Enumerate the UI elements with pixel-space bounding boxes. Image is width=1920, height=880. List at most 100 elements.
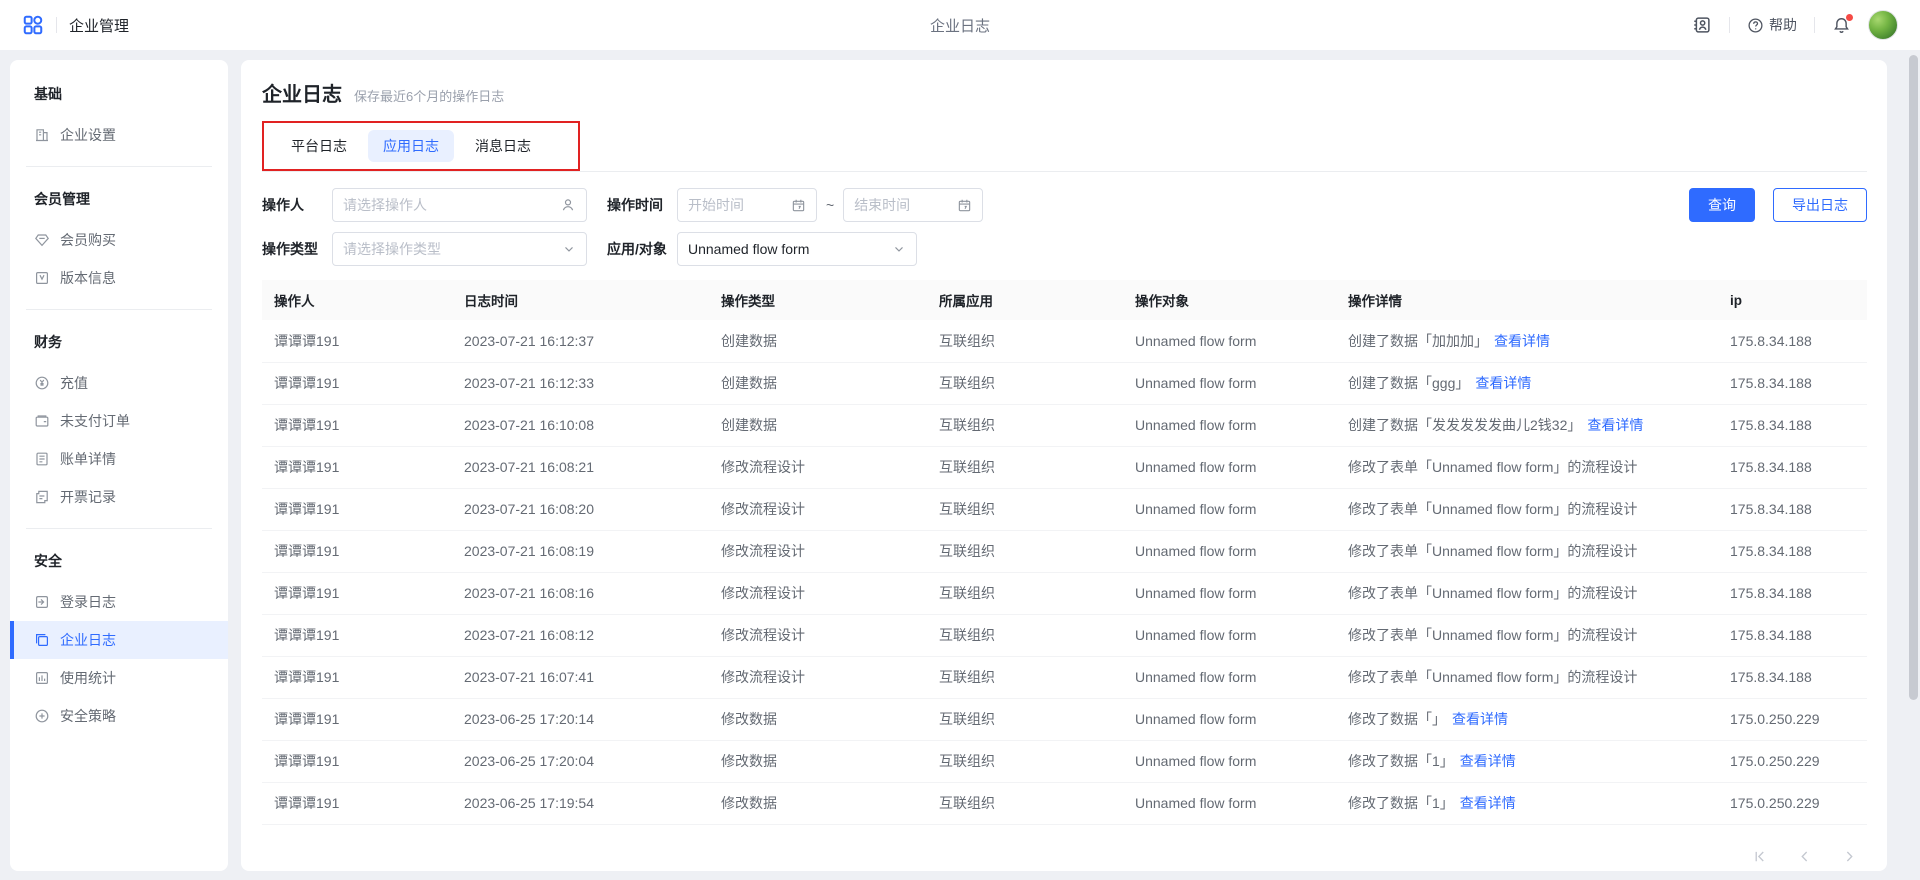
sidebar-item-member-purchase[interactable]: 会员购买 — [10, 221, 228, 259]
cell-time: 2023-07-21 16:08:12 — [452, 614, 709, 656]
security-policy-icon — [34, 708, 50, 724]
cell-type: 创建数据 — [709, 404, 927, 446]
cell-detail: 修改了表单「Unnamed flow form」的流程设计 — [1336, 572, 1718, 614]
window-scrollbar-thumb[interactable] — [1909, 55, 1918, 700]
log-table-row: 谭谭谭1912023-07-21 16:08:21修改流程设计互联组织Unnam… — [262, 446, 1867, 488]
sidebar-item-security-policy[interactable]: 安全策略 — [10, 697, 228, 735]
cell-ip: 175.8.34.188 — [1718, 320, 1867, 362]
end-time-input[interactable] — [854, 197, 951, 213]
end-time-picker[interactable] — [843, 188, 983, 222]
sidebar-item-bill-details[interactable]: 账单详情 — [10, 440, 228, 478]
sidebar-item-usage-stats[interactable]: 使用统计 — [10, 659, 228, 697]
column-header: 操作类型 — [709, 280, 927, 320]
cell-ip: 175.0.250.229 — [1718, 740, 1867, 782]
column-header: 日志时间 — [452, 280, 709, 320]
log-table-row: 谭谭谭1912023-06-25 17:20:14修改数据互联组织Unnamed… — [262, 698, 1867, 740]
enterprise-log-icon — [34, 632, 50, 648]
page-title: 企业日志 — [262, 78, 342, 107]
person-icon — [560, 197, 576, 213]
operator-select[interactable] — [332, 188, 587, 222]
start-time-picker[interactable] — [677, 188, 817, 222]
sidebar-item-label: 会员购买 — [60, 230, 116, 250]
type-select-input[interactable] — [343, 241, 556, 257]
cell-ip: 175.8.34.188 — [1718, 446, 1867, 488]
help-button[interactable]: 帮助 — [1747, 15, 1797, 35]
sidebar-item-enterprise-log[interactable]: 企业日志 — [10, 621, 228, 659]
cell-type: 修改流程设计 — [709, 530, 927, 572]
cell-app: 互联组织 — [927, 488, 1123, 530]
detail-text: 修改了表单「Unnamed flow form」的流程设计 — [1348, 585, 1637, 601]
cell-app: 互联组织 — [927, 320, 1123, 362]
app-object-select-input[interactable] — [688, 241, 886, 257]
sidebar-section-title: 财务 — [10, 322, 228, 364]
app-title: 企业管理 — [69, 15, 129, 36]
apps-grid-icon[interactable] — [22, 14, 44, 36]
company-settings-icon — [34, 127, 50, 143]
log-table-row: 谭谭谭1912023-07-21 16:12:33创建数据互联组织Unnamed… — [262, 362, 1867, 404]
log-table-row: 谭谭谭1912023-07-21 16:12:37创建数据互联组织Unnamed… — [262, 320, 1867, 362]
cell-operator: 谭谭谭191 — [262, 446, 452, 488]
cell-operator: 谭谭谭191 — [262, 320, 452, 362]
header-divider — [56, 17, 57, 33]
page-subtitle: 保存最近6个月的操作日志 — [354, 86, 504, 105]
log-table: 操作人日志时间操作类型所属应用操作对象操作详情ip 谭谭谭1912023-07-… — [262, 280, 1867, 825]
help-label: 帮助 — [1769, 15, 1797, 35]
cell-operator: 谭谭谭191 — [262, 572, 452, 614]
notifications-button[interactable] — [1832, 16, 1851, 35]
first-page-button[interactable] — [1752, 849, 1767, 864]
header-divider — [1814, 17, 1815, 33]
cell-detail: 修改了表单「Unnamed flow form」的流程设计 — [1336, 530, 1718, 572]
cell-detail: 创建了数据「发发发发发曲儿2钱32」查看详情 — [1336, 404, 1718, 446]
view-detail-link[interactable]: 查看详情 — [1475, 375, 1531, 391]
cell-ip: 175.8.34.188 — [1718, 572, 1867, 614]
recharge-icon — [34, 375, 50, 391]
detail-text: 修改了表单「Unnamed flow form」的流程设计 — [1348, 459, 1637, 475]
prev-page-button[interactable] — [1797, 849, 1812, 864]
cell-detail: 修改了表单「Unnamed flow form」的流程设计 — [1336, 614, 1718, 656]
cell-type: 修改流程设计 — [709, 572, 927, 614]
sidebar-item-unpaid-orders[interactable]: 未支付订单 — [10, 402, 228, 440]
version-info-icon — [34, 270, 50, 286]
app-object-select[interactable] — [677, 232, 917, 266]
sidebar-item-version-info[interactable]: 版本信息 — [10, 259, 228, 297]
unpaid-orders-icon — [34, 413, 50, 429]
contact-book-icon[interactable] — [1692, 15, 1712, 35]
view-detail-link[interactable]: 查看详情 — [1587, 417, 1643, 433]
top-header: 企业管理 企业日志 帮助 — [0, 0, 1920, 50]
log-table-row: 谭谭谭1912023-06-25 17:19:54修改数据互联组织Unnamed… — [262, 782, 1867, 824]
company-settings-icon — [34, 127, 50, 143]
user-avatar[interactable] — [1868, 10, 1898, 40]
cell-target: Unnamed flow form — [1123, 362, 1336, 404]
cell-type: 修改数据 — [709, 782, 927, 824]
cell-time: 2023-07-21 16:08:16 — [452, 572, 709, 614]
start-time-input[interactable] — [688, 197, 785, 213]
sidebar-item-login-log[interactable]: 登录日志 — [10, 583, 228, 621]
cell-app: 互联组织 — [927, 698, 1123, 740]
view-detail-link[interactable]: 查看详情 — [1460, 795, 1516, 811]
sidebar-item-invoice-records[interactable]: 开票记录 — [10, 478, 228, 516]
type-select[interactable] — [332, 232, 587, 266]
log-table-header-row: 操作人日志时间操作类型所属应用操作对象操作详情ip — [262, 280, 1867, 320]
tab-2[interactable]: 消息日志 — [460, 130, 546, 162]
tabs-row: 平台日志应用日志消息日志 — [262, 121, 1867, 172]
operator-input[interactable] — [343, 197, 554, 213]
view-detail-link[interactable]: 查看详情 — [1452, 711, 1508, 727]
log-table-row: 谭谭谭1912023-07-21 16:08:19修改流程设计互联组织Unnam… — [262, 530, 1867, 572]
query-button[interactable]: 查询 — [1689, 188, 1755, 222]
cell-detail: 修改了数据「1」查看详情 — [1336, 740, 1718, 782]
log-table-head: 操作人日志时间操作类型所属应用操作对象操作详情ip — [262, 280, 1867, 320]
detail-text: 创建了数据「ggg」 — [1348, 375, 1469, 391]
cell-type: 修改流程设计 — [709, 614, 927, 656]
column-header: 操作对象 — [1123, 280, 1336, 320]
export-log-button[interactable]: 导出日志 — [1773, 188, 1867, 222]
cell-ip: 175.8.34.188 — [1718, 656, 1867, 698]
view-detail-link[interactable]: 查看详情 — [1494, 333, 1550, 349]
tab-1[interactable]: 应用日志 — [368, 130, 454, 162]
cell-app: 互联组织 — [927, 404, 1123, 446]
sidebar-item-company-settings[interactable]: 企业设置 — [10, 116, 228, 154]
view-detail-link[interactable]: 查看详情 — [1460, 753, 1516, 769]
sidebar-item-recharge[interactable]: 充值 — [10, 364, 228, 402]
cell-type: 修改数据 — [709, 740, 927, 782]
tab-0[interactable]: 平台日志 — [276, 130, 362, 162]
next-page-button[interactable] — [1842, 849, 1857, 864]
